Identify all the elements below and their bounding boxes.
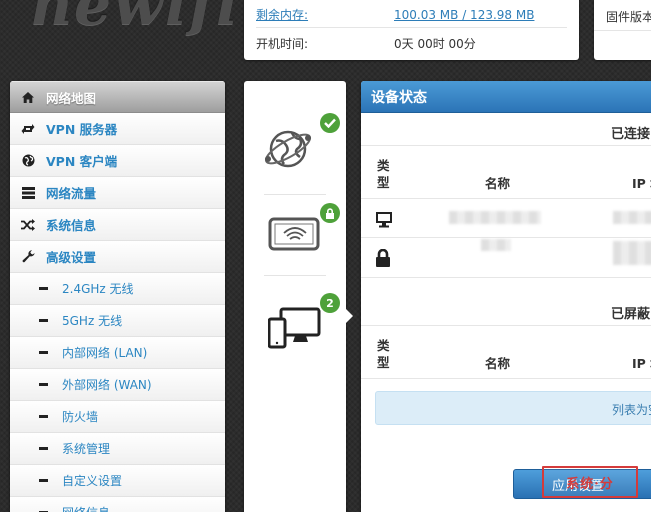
divider — [361, 277, 651, 278]
sidebar-item-label: VPN 客户端 — [46, 154, 118, 169]
divider — [361, 325, 651, 326]
clients-count-badge: 2 — [320, 293, 340, 313]
lock-icon — [320, 203, 340, 223]
sidebar-subitem-label: 防火墙 — [62, 410, 99, 424]
uptime-label: 开机时间: — [256, 36, 309, 51]
panel-title: 设备状态 — [371, 89, 427, 106]
device-name-redacted — [481, 239, 511, 251]
sidebar-item-label: VPN 服务器 — [46, 122, 118, 137]
empty-list-text: 列表为空 — [612, 403, 651, 417]
sidebar-subitem-label: 2.4GHz 无线 — [62, 282, 134, 296]
bullet-icon — [10, 479, 62, 482]
divider — [361, 145, 651, 146]
divider — [361, 198, 651, 199]
sidebar-subitem-wireless-5[interactable]: 5GHz 无线 — [10, 305, 225, 337]
sidebar-item-label: 系统信息 — [46, 218, 97, 233]
sidebar-subitem-label: 网络信息 — [62, 504, 110, 512]
bullet-icon — [10, 383, 62, 386]
device-ip-redacted — [613, 241, 651, 265]
sidebar-item-traffic[interactable]: 网络流量 — [10, 177, 225, 209]
blocked-section-title: 已屏蔽 — [611, 307, 651, 322]
blocked-empty-notice: 列表为空 — [375, 391, 651, 425]
memory-label[interactable]: 剩余内存: — [256, 6, 394, 23]
sidebar-subitem-network-info[interactable]: 网络信息 — [10, 497, 225, 512]
globe-icon — [10, 154, 46, 167]
tab-wireless[interactable] — [262, 201, 340, 271]
watermark-stamp: 系统·分 — [542, 466, 638, 498]
sidebar-subitem-wireless-24[interactable]: 2.4GHz 无线 — [10, 273, 225, 305]
divider — [361, 378, 651, 379]
home-icon — [10, 91, 46, 104]
sidebar-item-advanced[interactable]: 高级设置 — [10, 241, 225, 273]
connected-header-name: 名称 — [485, 176, 511, 191]
sidebar-item-label: 网络地图 — [46, 90, 97, 106]
check-icon — [320, 113, 340, 133]
bullet-icon — [10, 415, 62, 418]
sidebar-nav: 网络地图 VPN 服务器 VPN 客户端 网络流量 系统信息 高级设置 2.4G… — [10, 81, 225, 512]
brand-logo: newifi — [30, 0, 241, 38]
sidebar-subitem-label: 内部网络 (LAN) — [62, 346, 148, 360]
sidebar-item-label: 网络流量 — [46, 186, 97, 201]
sidebar-item-vpn-client[interactable]: VPN 客户端 — [10, 145, 225, 177]
divider — [264, 275, 326, 276]
sidebar-item-label: 高级设置 — [46, 250, 97, 265]
system-info-card: 剩余内存: 100.03 MB / 123.98 MB 开机时间: 0天 00时… — [244, 0, 579, 60]
wifi-tablet-icon — [268, 217, 320, 251]
memory-row: 剩余内存: 100.03 MB / 123.98 MB — [256, 2, 567, 28]
bullet-icon — [10, 351, 62, 354]
sidebar-item-vpn-server[interactable]: VPN 服务器 — [10, 113, 225, 145]
shuffle-icon — [10, 218, 46, 231]
sidebar-item-system-info[interactable]: 系统信息 — [10, 209, 225, 241]
firmware-card: 固件版本 — [594, 0, 651, 60]
list-icon — [10, 186, 46, 199]
sidebar-subitem-lan[interactable]: 内部网络 (LAN) — [10, 337, 225, 369]
connected-header-ip: IP 地址 — [632, 176, 651, 191]
divider — [264, 194, 326, 195]
uptime-row: 开机时间: 0天 00时 00分 — [256, 30, 567, 56]
divider — [594, 30, 651, 31]
bullet-icon — [10, 287, 62, 290]
connected-section-title: 已连接 — [611, 127, 651, 142]
tab-clients[interactable]: 2 — [262, 289, 340, 359]
blocked-header-ip: IP 地址 — [632, 356, 651, 371]
device-status-panel: 设备状态 已连接 类型 名称 IP 地址 已屏蔽 类型 名称 IP 地址 列表为… — [361, 81, 651, 512]
tab-pointer — [344, 307, 353, 325]
wrench-icon — [10, 250, 46, 263]
sidebar-subitem-custom[interactable]: 自定义设置 — [10, 465, 225, 497]
retweet-icon — [10, 123, 46, 135]
lock-icon — [375, 248, 391, 270]
sidebar-item-network-map[interactable]: 网络地图 — [10, 81, 225, 113]
devices-icon — [268, 307, 321, 349]
sidebar-subitem-label: 自定义设置 — [62, 474, 123, 488]
uptime-value: 0天 00时 00分 — [394, 36, 476, 51]
device-ip-redacted — [613, 211, 651, 224]
sidebar-subitem-system-admin[interactable]: 系统管理 — [10, 433, 225, 465]
blocked-header-type: 类型 — [377, 338, 390, 370]
desktop-icon — [375, 211, 393, 231]
bullet-icon — [10, 447, 62, 450]
globe-network-icon — [264, 130, 312, 168]
device-name-redacted — [449, 211, 541, 224]
sidebar-subitem-label: 外部网络 (WAN) — [62, 378, 152, 392]
sidebar-subitem-wan[interactable]: 外部网络 (WAN) — [10, 369, 225, 401]
sidebar-subitem-firewall[interactable]: 防火墙 — [10, 401, 225, 433]
sidebar-subitem-label: 5GHz 无线 — [62, 314, 123, 328]
blocked-header-name: 名称 — [485, 356, 511, 371]
tab-internet[interactable] — [262, 111, 340, 181]
connected-header-type: 类型 — [377, 158, 390, 190]
panel-header: 设备状态 — [361, 81, 651, 113]
divider — [361, 237, 651, 238]
sidebar-subitem-label: 系统管理 — [62, 442, 111, 456]
bullet-icon — [10, 319, 62, 322]
memory-value[interactable]: 100.03 MB / 123.98 MB — [394, 8, 534, 22]
firmware-label: 固件版本 — [606, 10, 651, 24]
device-tabs: 2 — [244, 81, 353, 512]
